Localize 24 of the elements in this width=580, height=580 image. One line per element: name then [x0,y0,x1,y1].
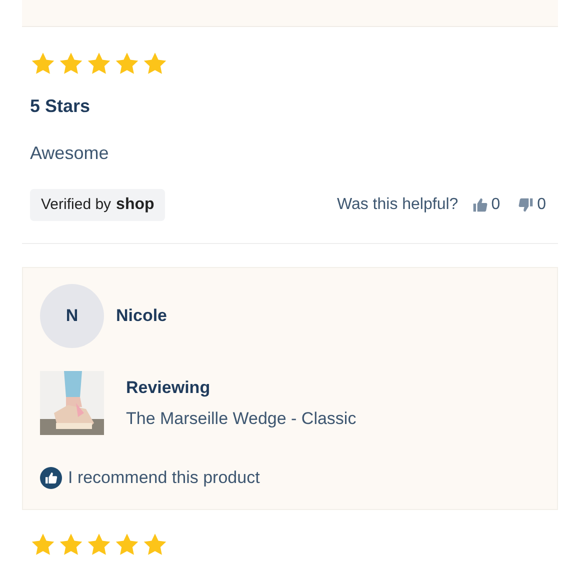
star-icon [114,532,140,558]
review-title: 5 Stars [30,95,92,118]
thumbs-down-icon[interactable] [518,197,534,213]
star-icon [58,532,84,558]
reviewing-label: Reviewing [126,376,212,399]
star-icon [30,532,56,558]
star-icon [86,532,112,558]
thumbs-up-icon [40,466,62,489]
reviewer-name: Nicole [116,305,168,328]
star-icon [58,51,84,77]
upvote-button[interactable]: 0 [472,193,500,217]
verified-badge: Verified by shop [30,189,166,221]
star-icon [142,51,168,77]
review-body: Awesome [30,142,110,165]
avatar: N [40,284,104,348]
star-icon [86,51,112,77]
thumbs-up-icon[interactable] [472,197,488,213]
star-icon [30,51,56,77]
product-name: The Marseille Wedge - Classic [126,408,356,430]
recommend-text: I recommend this product [68,467,260,489]
helpful-prompt: Was this helpful? [336,195,458,215]
star-icon [142,532,168,558]
downvote-button[interactable]: 0 [518,193,546,217]
star-icon [114,51,140,77]
